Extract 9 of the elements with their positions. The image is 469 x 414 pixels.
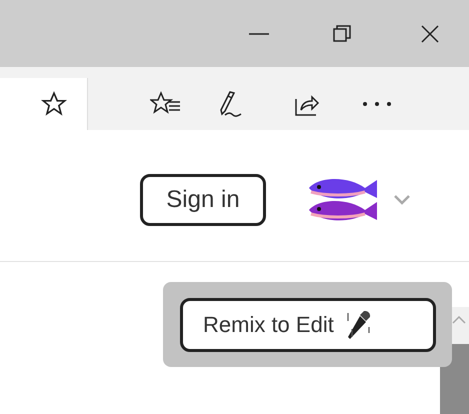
pen-icon[interactable] <box>218 90 244 118</box>
more-icon[interactable] <box>362 101 392 107</box>
restore-icon[interactable] <box>333 24 351 42</box>
star-icon[interactable] <box>41 91 67 117</box>
remix-button[interactable]: Remix to Edit <box>180 298 436 352</box>
minimize-icon[interactable] <box>249 32 269 34</box>
sign-in-button[interactable]: Sign in <box>140 174 266 226</box>
close-icon[interactable] <box>421 24 439 42</box>
favorites-list-icon[interactable] <box>150 91 182 117</box>
